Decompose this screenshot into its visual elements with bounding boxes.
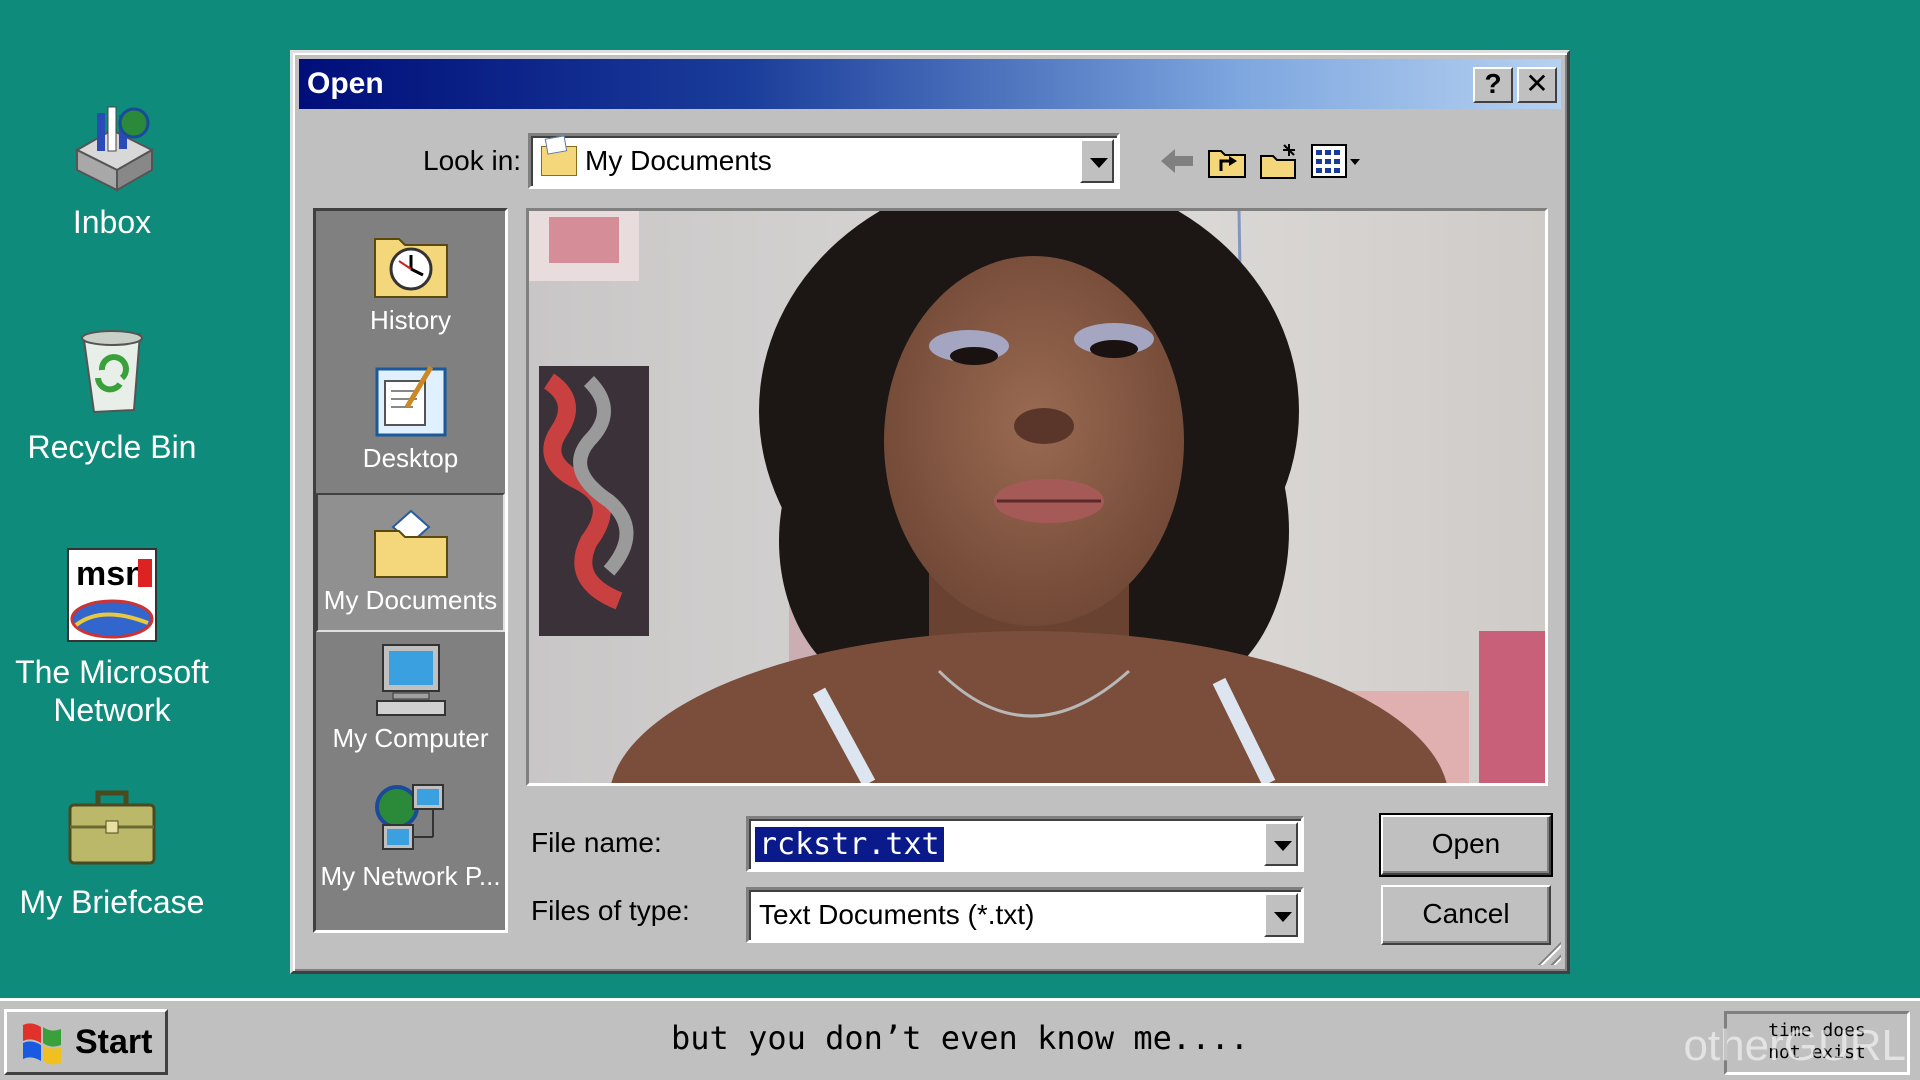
desktop-icon-label: Recycle Bin bbox=[27, 429, 197, 465]
open-button[interactable]: Open bbox=[1379, 813, 1553, 877]
view-details-icon bbox=[1311, 144, 1360, 178]
file-name-input[interactable]: rckstr.txt bbox=[746, 816, 1304, 872]
chevron-down-icon[interactable] bbox=[1080, 139, 1114, 183]
chevron-down-icon[interactable] bbox=[1264, 893, 1298, 937]
place-label: History bbox=[370, 305, 451, 335]
new-folder-icon bbox=[1260, 144, 1296, 179]
briefcase-icon bbox=[62, 775, 162, 875]
recycle-bin-icon bbox=[62, 320, 162, 420]
place-network-places[interactable]: My Network P... bbox=[316, 771, 505, 910]
look-in-label: Look in: bbox=[423, 145, 522, 176]
dialog-titlebar[interactable]: Open ? ✕ bbox=[299, 59, 1561, 109]
my-computer-icon bbox=[373, 643, 449, 719]
place-history[interactable]: History bbox=[316, 215, 505, 354]
history-icon bbox=[373, 225, 449, 301]
close-button[interactable]: ✕ bbox=[1517, 67, 1557, 103]
dialog-title: Open bbox=[307, 67, 384, 100]
my-documents-small-icon bbox=[541, 146, 577, 176]
desktop-icon-label: The Microsoft Network bbox=[15, 654, 209, 728]
desktop-icon bbox=[373, 363, 449, 439]
folder-up-icon bbox=[1208, 150, 1246, 178]
network-places-icon bbox=[373, 781, 449, 857]
look-in-value: My Documents bbox=[585, 145, 772, 176]
file-preview-image bbox=[526, 208, 1548, 786]
preview-photo bbox=[529, 211, 1545, 783]
place-my-computer[interactable]: My Computer bbox=[316, 633, 505, 772]
look-in-dropdown[interactable]: My Documents bbox=[528, 133, 1120, 189]
help-button[interactable]: ? bbox=[1473, 67, 1513, 103]
chevron-down-icon[interactable] bbox=[1264, 822, 1298, 866]
inbox-icon bbox=[62, 95, 162, 195]
open-dialog: Open ? ✕ Look in: My Documents History D… bbox=[290, 50, 1570, 974]
desktop-icon-label: Inbox bbox=[72, 204, 152, 240]
desktop-icon-label: My Briefcase bbox=[19, 884, 205, 920]
subtitle-caption: but you don’t even know me.... bbox=[671, 1019, 1249, 1057]
place-label: Desktop bbox=[362, 443, 459, 473]
place-label: My Computer bbox=[332, 723, 489, 753]
place-my-documents[interactable]: My Documents bbox=[316, 493, 505, 632]
my-documents-icon bbox=[373, 505, 449, 581]
files-of-type-label: Files of type: bbox=[531, 895, 690, 926]
desktop-icon-msn[interactable]: msn The Microsoft Network bbox=[12, 545, 212, 729]
place-label: My Documents bbox=[323, 585, 498, 615]
place-desktop[interactable]: Desktop bbox=[316, 353, 505, 492]
msn-icon: msn bbox=[62, 545, 162, 645]
file-name-label: File name: bbox=[531, 827, 662, 858]
new-folder-button[interactable] bbox=[1257, 141, 1301, 181]
view-menu-button[interactable] bbox=[1309, 141, 1365, 181]
desktop-icon-inbox[interactable]: Inbox bbox=[12, 95, 212, 241]
back-button[interactable] bbox=[1155, 141, 1199, 181]
place-label: My Network P... bbox=[320, 861, 501, 891]
places-bar: History Desktop My Documents My Computer… bbox=[313, 208, 508, 933]
file-name-value: rckstr.txt bbox=[755, 826, 944, 862]
desktop-icon-briefcase[interactable]: My Briefcase bbox=[12, 775, 212, 921]
files-of-type-dropdown[interactable]: Text Documents (*.txt) bbox=[746, 887, 1304, 943]
cancel-button[interactable]: Cancel bbox=[1381, 885, 1551, 945]
desktop-icon-recycle-bin[interactable]: Recycle Bin bbox=[12, 320, 212, 466]
back-arrow-icon bbox=[1161, 149, 1193, 173]
files-of-type-value: Text Documents (*.txt) bbox=[759, 899, 1035, 930]
up-one-level-button[interactable] bbox=[1205, 141, 1249, 181]
watermark-text: otherGURL bbox=[1683, 1021, 1906, 1070]
svg-text:msn: msn bbox=[76, 555, 146, 593]
taskbar: Start but you don’t even know me.... tim… bbox=[0, 998, 1920, 1080]
